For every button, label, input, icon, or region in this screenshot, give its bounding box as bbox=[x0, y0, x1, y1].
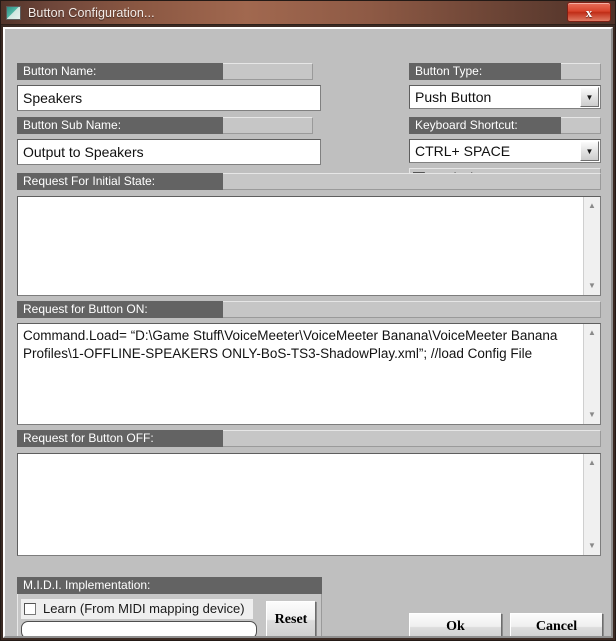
dialog-client-area: Button Name: Speakers Button Sub Name: O… bbox=[3, 27, 613, 638]
scroll-down-icon[interactable]: ▼ bbox=[584, 538, 600, 554]
keyboard-shortcut-label: Keyboard Shortcut: bbox=[409, 117, 561, 134]
window-icon bbox=[6, 5, 21, 20]
button-on-label: Request for Button ON: bbox=[17, 301, 223, 318]
close-button[interactable]: x bbox=[567, 2, 611, 22]
button-type-label: Button Type: bbox=[409, 63, 561, 80]
midi-learn-checkbox[interactable]: Learn (From MIDI mapping device) bbox=[24, 601, 245, 616]
button-on-textarea[interactable]: Command.Load= “D:\Game Stuff\VoiceMeeter… bbox=[17, 323, 601, 425]
scroll-up-icon[interactable]: ▲ bbox=[584, 198, 600, 214]
midi-learn-label: Learn (From MIDI mapping device) bbox=[43, 601, 245, 616]
button-on-value: Command.Load= “D:\Game Stuff\VoiceMeeter… bbox=[23, 328, 562, 361]
keyboard-shortcut-value: CTRL+ SPACE bbox=[415, 143, 511, 159]
window-title: Button Configuration... bbox=[28, 5, 155, 20]
button-sub-name-label: Button Sub Name: bbox=[17, 117, 223, 134]
scroll-up-icon[interactable]: ▲ bbox=[584, 325, 600, 341]
midi-mapping-input[interactable] bbox=[21, 621, 257, 636]
button-name-label: Button Name: bbox=[17, 63, 223, 80]
button-on-scrollbar[interactable]: ▲ ▼ bbox=[583, 324, 600, 424]
cancel-button[interactable]: Cancel bbox=[510, 613, 603, 636]
title-bar[interactable]: Button Configuration... x bbox=[1, 1, 615, 25]
initial-state-scrollbar[interactable]: ▲ ▼ bbox=[583, 197, 600, 295]
button-configuration-window: Button Configuration... x Button Name: S… bbox=[0, 0, 616, 641]
button-sub-name-input[interactable]: Output to Speakers bbox=[17, 139, 321, 165]
midi-implementation-label: M.I.D.I. Implementation: bbox=[17, 577, 322, 594]
button-type-value: Push Button bbox=[415, 89, 492, 105]
button-off-textarea[interactable]: ▲ ▼ bbox=[17, 453, 601, 556]
button-name-input[interactable]: Speakers bbox=[17, 85, 321, 111]
button-off-scrollbar[interactable]: ▲ ▼ bbox=[583, 454, 600, 555]
keyboard-shortcut-select[interactable]: CTRL+ SPACE ▼ bbox=[409, 139, 601, 163]
reset-button[interactable]: Reset bbox=[266, 601, 316, 636]
initial-state-textarea[interactable]: ▲ ▼ bbox=[17, 196, 601, 296]
scroll-up-icon[interactable]: ▲ bbox=[584, 455, 600, 471]
scroll-down-icon[interactable]: ▼ bbox=[584, 407, 600, 423]
scroll-down-icon[interactable]: ▼ bbox=[584, 278, 600, 294]
ok-button[interactable]: Ok bbox=[409, 613, 502, 636]
close-icon: x bbox=[585, 4, 593, 20]
checkbox-icon[interactable] bbox=[24, 602, 36, 615]
chevron-down-icon[interactable]: ▼ bbox=[580, 141, 599, 161]
button-type-select[interactable]: Push Button ▼ bbox=[409, 85, 601, 109]
initial-state-label: Request For Initial State: bbox=[17, 173, 223, 190]
button-off-label: Request for Button OFF: bbox=[17, 430, 223, 447]
chevron-down-icon[interactable]: ▼ bbox=[580, 87, 599, 107]
